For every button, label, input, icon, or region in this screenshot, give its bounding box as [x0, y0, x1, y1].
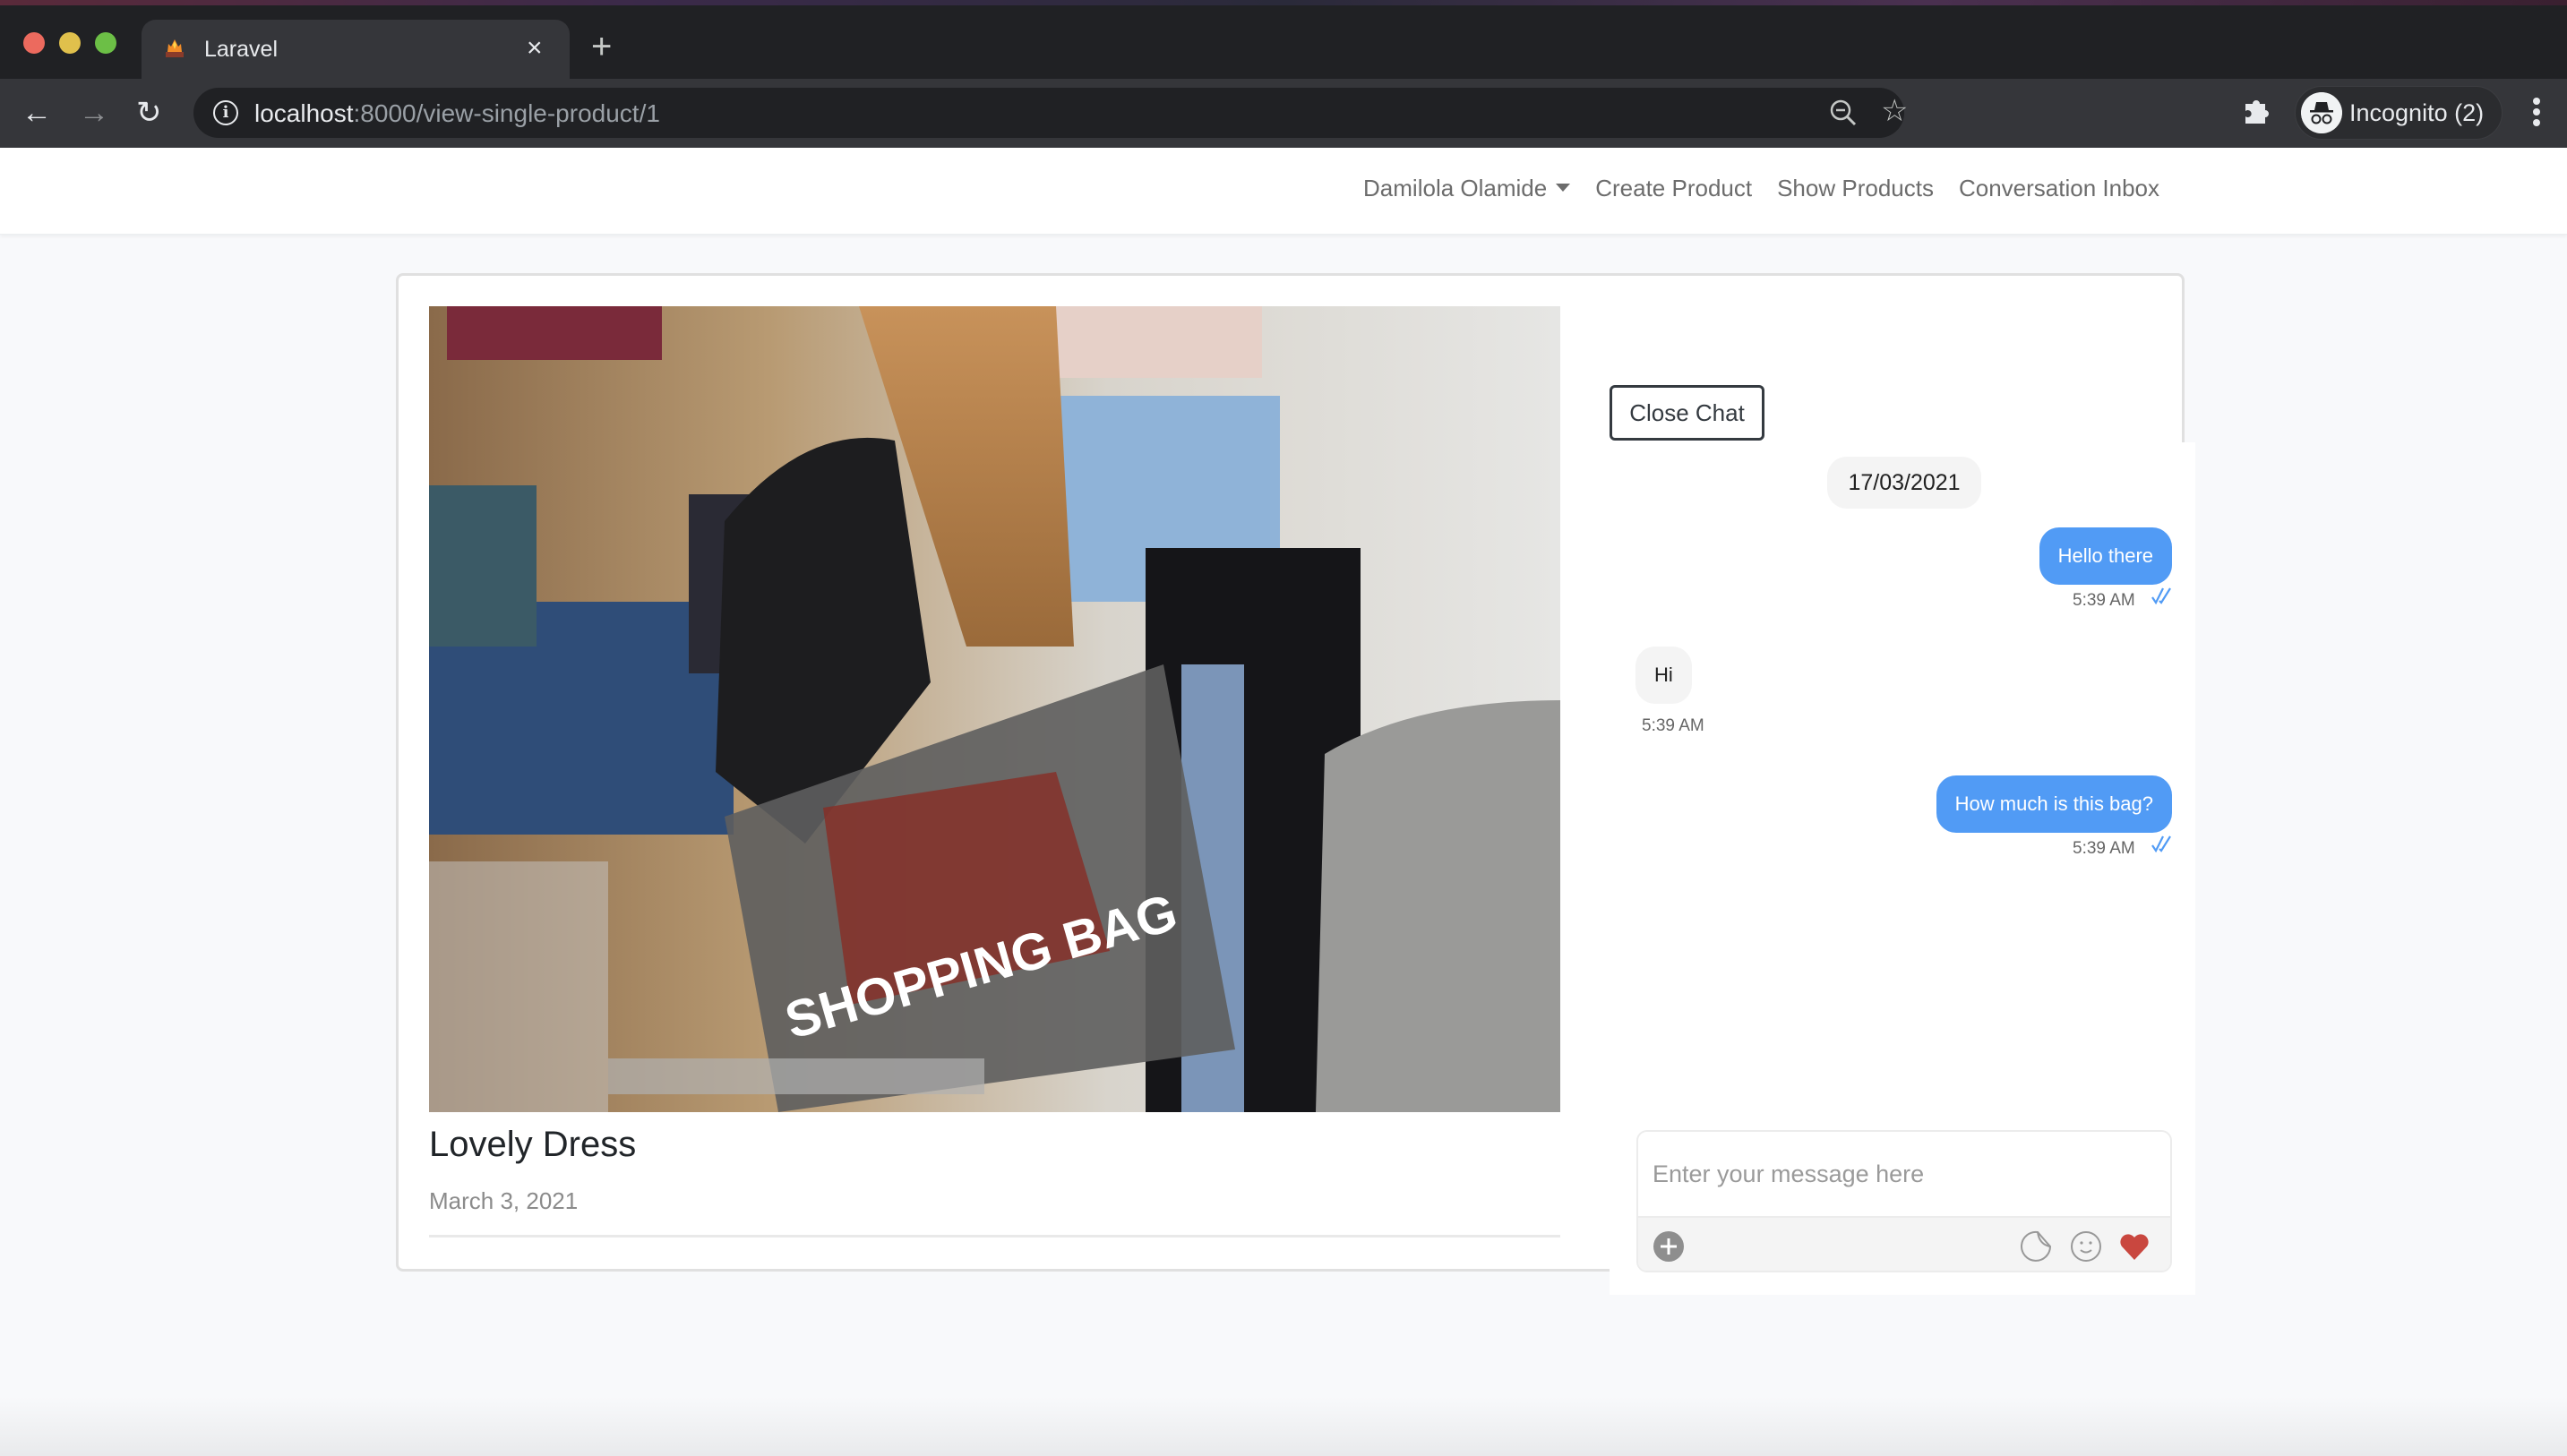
url-path: :8000/view-single-product/1: [353, 99, 660, 127]
message-time: 5:39 AM: [2073, 591, 2135, 610]
double-check-icon: [2151, 587, 2171, 604]
url-text[interactable]: localhost:8000/view-single-product/1: [254, 99, 660, 128]
message-meta: 5:39 AM: [2073, 835, 2172, 859]
site-navbar: Damilola Olamide Create Product Show Pro…: [0, 148, 2567, 235]
user-name: Damilola Olamide: [1363, 175, 1548, 201]
emoji-icon[interactable]: [2070, 1230, 2102, 1263]
puzzle-icon[interactable]: [2242, 95, 2272, 125]
message-time: 5:39 AM: [1642, 716, 1704, 735]
browser-tab-bar: Laravel × +: [0, 5, 2567, 79]
info-icon[interactable]: i: [213, 100, 238, 125]
incognito-label: Incognito (2): [2349, 99, 2485, 126]
window-close-button[interactable]: [23, 32, 45, 54]
product-title: Lovely Dress: [429, 1125, 637, 1164]
tab-title: Laravel: [204, 37, 278, 62]
forward-arrow-icon[interactable]: →: [79, 95, 109, 131]
user-menu-dropdown[interactable]: Damilola Olamide: [1351, 175, 1583, 202]
incognito-icon: [2301, 92, 2342, 133]
kebab-menu-icon[interactable]: [2531, 95, 2542, 131]
caret-down-icon: [1556, 183, 1571, 192]
divider: [429, 1235, 1560, 1238]
double-check-icon: [2151, 835, 2171, 852]
url-host: localhost: [254, 99, 354, 127]
composer-toolbar: [1638, 1216, 2170, 1271]
window-maximize-button[interactable]: [95, 32, 116, 54]
date-separator: 17/03/2021: [1827, 457, 1981, 509]
browser-tab-active[interactable]: Laravel ×: [142, 20, 570, 79]
sticker-icon[interactable]: [2020, 1230, 2052, 1263]
laravel-favicon-icon: [166, 39, 184, 57]
message-bubble-outgoing: Hello there: [2039, 527, 2172, 585]
nav-show-products[interactable]: Show Products: [1764, 175, 1946, 202]
reload-icon[interactable]: ↻: [136, 95, 162, 131]
heart-icon[interactable]: [2118, 1230, 2151, 1263]
product-date: March 3, 2021: [429, 1187, 579, 1214]
message-bubble-outgoing: How much is this bag?: [1936, 775, 2172, 833]
nav-conversation-inbox[interactable]: Conversation Inbox: [1946, 175, 2172, 202]
message-composer: [1636, 1130, 2172, 1272]
add-attachment-icon[interactable]: [1653, 1230, 1685, 1263]
message-bubble-incoming: Hi: [1635, 647, 1692, 704]
star-icon[interactable]: ☆: [1881, 93, 1908, 129]
product-photo: SHOPPING BAG: [429, 306, 1560, 1112]
new-tab-button[interactable]: +: [591, 29, 612, 64]
address-bar[interactable]: i localhost:8000/view-single-product/1 ☆: [193, 88, 1908, 138]
page-bottom-shadow: [0, 1397, 2567, 1456]
message-meta: 5:39 AM: [2073, 587, 2172, 611]
zoom-out-icon[interactable]: [1829, 98, 1858, 127]
window-minimize-button[interactable]: [59, 32, 81, 54]
nav-create-product[interactable]: Create Product: [1583, 175, 1764, 202]
product-image: SHOPPING BAG: [429, 306, 1560, 1112]
chat-panel: 17/03/2021 Hello there 5:39 AM Hi 5:39 A…: [1610, 442, 2195, 1295]
incognito-profile-button[interactable]: Incognito (2): [2295, 86, 2503, 140]
back-arrow-icon[interactable]: ←: [21, 95, 52, 131]
message-input[interactable]: [1638, 1132, 2170, 1216]
browser-toolbar: ← → ↻ i localhost:8000/view-single-produ…: [0, 79, 2567, 148]
message-time: 5:39 AM: [2073, 839, 2135, 858]
close-chat-button[interactable]: Close Chat: [1610, 385, 1764, 441]
tab-close-icon[interactable]: ×: [527, 32, 543, 64]
